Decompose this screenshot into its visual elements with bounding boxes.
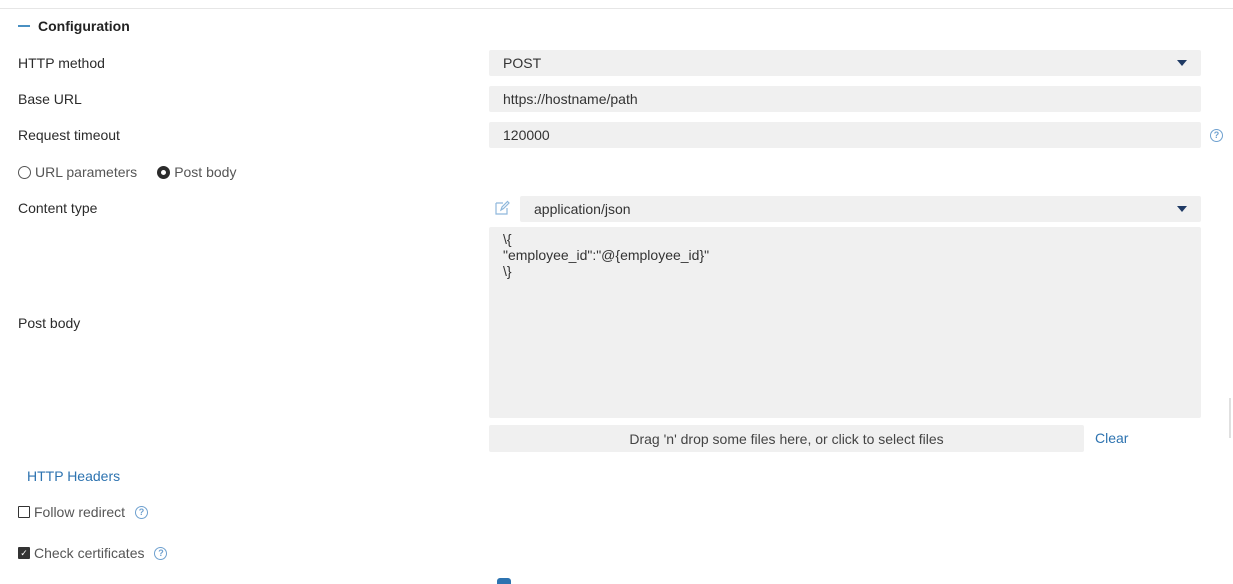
toggle-edge (497, 578, 511, 584)
post-body-radio[interactable]: Post body (157, 164, 236, 180)
http-method-label: HTTP method (18, 55, 105, 71)
content-type-select[interactable]: application/json (520, 196, 1201, 222)
question-icon[interactable]: ? (1210, 129, 1223, 142)
clear-link[interactable]: Clear (1095, 430, 1128, 446)
section-title: Configuration (38, 18, 130, 34)
post-body-radio-label: Post body (174, 164, 237, 180)
content-type-label: Content type (18, 200, 98, 216)
param-mode-radio-group: URL parameters Post body (18, 164, 256, 180)
request-timeout-label: Request timeout (18, 127, 120, 143)
post-body-editor[interactable]: \{ "employee_id":"@{employee_id}" \} (489, 227, 1201, 418)
post-body-label: Post body (18, 315, 81, 331)
base-url-value: https://hostname/path (503, 91, 638, 107)
check-certificates-checkbox[interactable]: ✓ (18, 547, 30, 559)
caret-down-icon[interactable] (1177, 206, 1187, 212)
http-method-select[interactable]: POST (489, 50, 1201, 76)
follow-redirect-label: Follow redirect (34, 504, 126, 520)
section-header[interactable]: Configuration (18, 18, 130, 34)
request-timeout-value: 120000 (503, 127, 550, 143)
dropzone-text: Drag 'n' drop some files here, or click … (629, 430, 944, 447)
minus-icon[interactable] (18, 25, 30, 27)
follow-redirect-checkbox[interactable] (18, 506, 30, 518)
request-timeout-input[interactable]: 120000 (489, 122, 1201, 148)
scrollbar[interactable] (1229, 398, 1231, 438)
question-icon[interactable]: ? (154, 546, 168, 560)
base-url-label: Base URL (18, 91, 82, 107)
question-icon[interactable]: ? (135, 505, 149, 519)
check-certificates-label: Check certificates (34, 545, 145, 561)
radio-unchecked-icon (18, 165, 31, 179)
caret-down-icon[interactable] (1177, 60, 1187, 66)
content-type-value: application/json (534, 201, 631, 217)
pencil-icon[interactable] (494, 200, 510, 216)
url-parameters-radio[interactable]: URL parameters (18, 164, 137, 180)
file-dropzone[interactable]: Drag 'n' drop some files here, or click … (489, 425, 1084, 452)
url-parameters-label: URL parameters (35, 164, 138, 180)
top-divider (0, 8, 1233, 9)
http-method-value: POST (503, 55, 542, 71)
follow-redirect-row: Follow redirect ? (18, 504, 149, 520)
check-certificates-row: ✓ Check certificates ? (18, 545, 168, 561)
radio-checked-icon (157, 165, 171, 179)
http-headers-link[interactable]: HTTP Headers (27, 468, 120, 484)
base-url-input[interactable]: https://hostname/path (489, 86, 1201, 112)
